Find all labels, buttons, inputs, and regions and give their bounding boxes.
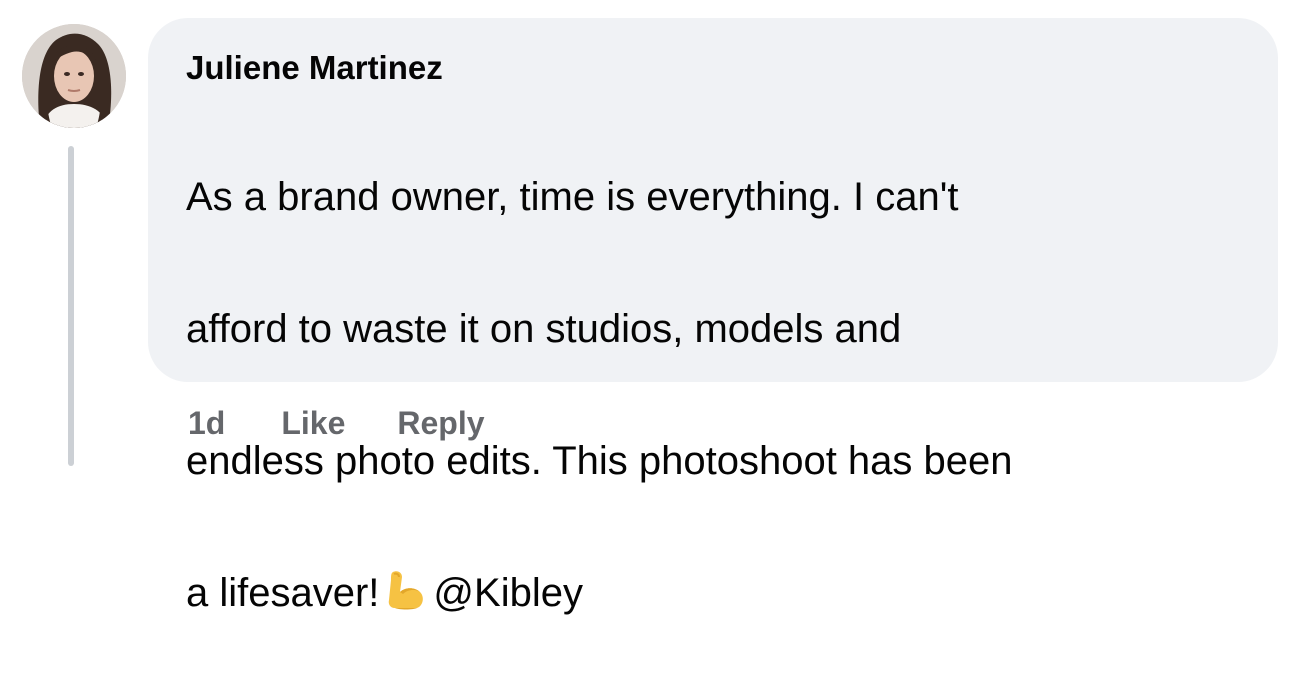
comment-author-name[interactable]: Juliene Martinez xyxy=(186,48,1242,88)
comment-text: As a brand owner, time is everything. I … xyxy=(186,98,1242,692)
comment-text-line: afford to waste it on studios, models an… xyxy=(186,307,902,351)
reply-button[interactable]: Reply xyxy=(397,405,484,442)
flexed-biceps-icon xyxy=(389,571,424,610)
like-button[interactable]: Like xyxy=(281,405,345,442)
comment-text-line: a lifesaver! xyxy=(186,571,380,615)
reply-thread-line xyxy=(68,146,74,466)
user-mention-link[interactable]: @Kibley xyxy=(433,571,583,615)
avatar-photo-icon xyxy=(22,24,126,128)
avatar[interactable] xyxy=(22,24,126,128)
comment-text-line: As a brand owner, time is everything. I … xyxy=(186,175,959,219)
comment-bubble: Juliene Martinez As a brand owner, time … xyxy=(148,18,1278,615)
comment-text-last-line: a lifesaver! @Kibley xyxy=(186,560,1242,626)
comment-timestamp[interactable]: 1d xyxy=(188,405,225,442)
comment-actions: 1d Like Reply xyxy=(188,400,485,446)
